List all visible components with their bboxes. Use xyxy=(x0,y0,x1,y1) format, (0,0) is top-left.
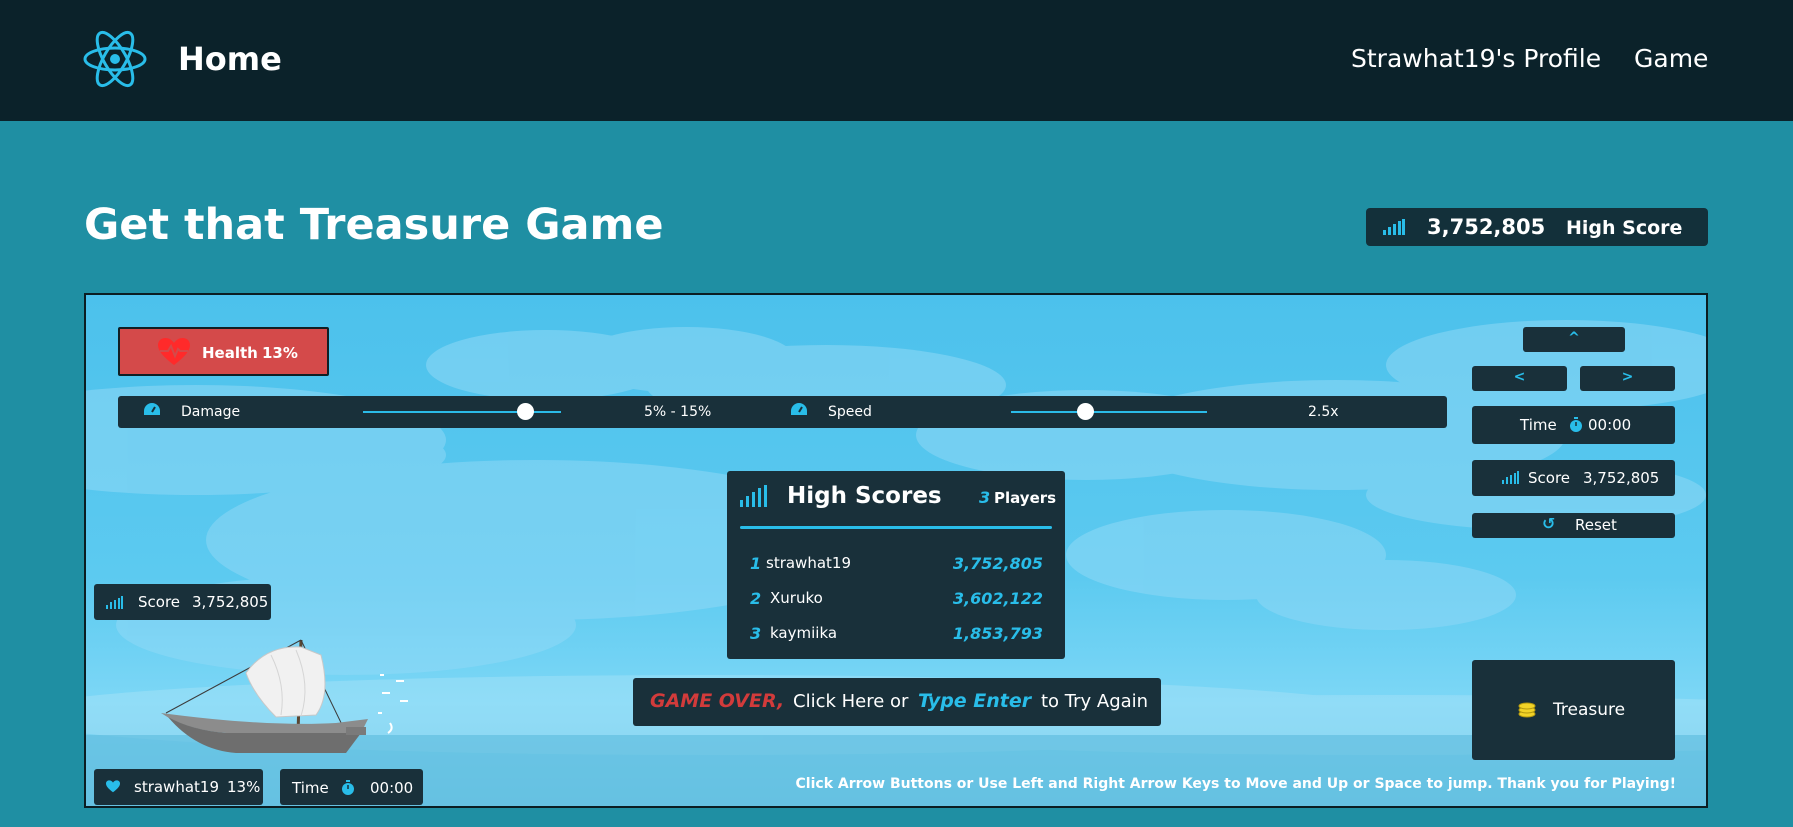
player-score: 1,853,793 xyxy=(952,624,1043,643)
gauge-icon xyxy=(791,403,807,415)
settings-bar: Damage 5% - 15% Speed 2.5x xyxy=(118,396,1447,428)
player-name: strawhat19 xyxy=(134,778,219,796)
jump-button[interactable]: ^ xyxy=(1523,327,1625,352)
speed-slider-thumb[interactable] xyxy=(1077,403,1095,420)
score-value: 3,752,805 xyxy=(192,593,269,611)
page-title: Get that Treasure Game xyxy=(84,200,664,250)
click-here-text: Click Here or xyxy=(793,691,909,712)
damage-label: Damage xyxy=(181,404,241,420)
top-nav: Home Strawhat19's Profile Game xyxy=(0,0,1793,121)
game-canvas[interactable]: Health 13% Damage 5% - 15% Speed 2.5x ^ … xyxy=(84,293,1708,808)
score-display: Score 3,752,805 xyxy=(1472,460,1675,496)
try-again-text: to Try Again xyxy=(1041,691,1149,712)
player-health-percent: 13% xyxy=(227,778,261,796)
heart-icon xyxy=(106,780,120,793)
rank: 2 xyxy=(750,589,762,608)
speed-value: 2.5x xyxy=(1308,404,1339,420)
health-percent: 13% xyxy=(262,344,298,362)
instructions-text: Click Arrow Buttons or Use Left and Righ… xyxy=(795,776,1676,792)
right-arrow: > xyxy=(1621,369,1634,385)
damage-value: 5% - 15% xyxy=(644,404,712,420)
treasure-label: Treasure xyxy=(1553,700,1626,720)
player-name: strawhat19 xyxy=(766,554,851,572)
nav-game-link[interactable]: Game xyxy=(1634,44,1708,73)
treasure-target: Treasure xyxy=(1472,660,1675,760)
speed-slider-track[interactable] xyxy=(1011,411,1207,413)
player-score-badge: Score 3,752,805 xyxy=(94,584,271,620)
stopwatch-icon xyxy=(342,780,354,795)
gauge-icon xyxy=(144,403,160,415)
health-label: Health xyxy=(202,344,258,362)
score-row: 2 Xuruko 3,602,122 xyxy=(727,587,1065,611)
score-label: Score xyxy=(1528,469,1571,487)
time-value: 00:00 xyxy=(370,779,414,797)
player-name: kaymiika xyxy=(770,624,838,642)
health-badge: Health 13% xyxy=(118,327,329,376)
divider xyxy=(740,526,1052,529)
splash-lines xyxy=(378,674,408,734)
heartbeat-icon xyxy=(158,338,190,365)
high-score-label: High Score xyxy=(1566,217,1683,239)
score-row: 3 kaymiika 1,853,793 xyxy=(727,622,1065,646)
speed-label: Speed xyxy=(828,404,872,420)
coins-icon xyxy=(1518,702,1536,718)
time-value: 00:00 xyxy=(1588,416,1632,434)
game-over-button[interactable]: GAME OVER, Click Here or Type Enter to T… xyxy=(633,678,1161,726)
players-count: 3 xyxy=(979,488,991,507)
time-badge: Time 00:00 xyxy=(280,769,423,805)
high-score-badge: 3,752,805 High Score xyxy=(1366,208,1708,246)
rank: 1 xyxy=(750,554,762,573)
time-display: Time 00:00 xyxy=(1472,406,1675,444)
player-score: 3,602,122 xyxy=(952,589,1043,608)
reset-label: Reset xyxy=(1575,516,1617,534)
nav-profile-link[interactable]: Strawhat19's Profile xyxy=(1351,44,1601,73)
score-label: Score xyxy=(138,593,181,611)
signal-bars-icon xyxy=(740,485,767,507)
up-arrow: ^ xyxy=(1568,330,1580,346)
player-score: 3,752,805 xyxy=(952,554,1043,573)
reset-button[interactable]: ↺ Reset xyxy=(1472,513,1675,538)
players-label: Players xyxy=(994,489,1057,507)
left-arrow: < xyxy=(1513,369,1526,385)
signal-bars-icon xyxy=(1502,471,1519,484)
player-ship xyxy=(161,639,368,753)
player-health-badge: strawhat19 13% xyxy=(94,769,263,805)
time-label: Time xyxy=(292,779,329,797)
nav-home-link[interactable]: Home xyxy=(178,40,282,78)
stopwatch-icon xyxy=(1570,417,1582,432)
move-left-button[interactable]: < xyxy=(1472,366,1567,391)
reset-icon: ↺ xyxy=(1542,514,1556,533)
signal-bars-icon xyxy=(106,596,123,609)
time-label: Time xyxy=(1520,416,1557,434)
move-right-button[interactable]: > xyxy=(1580,366,1675,391)
react-atom-icon[interactable] xyxy=(82,26,148,92)
game-over-text: GAME OVER, xyxy=(650,690,785,712)
signal-bars-icon xyxy=(1383,219,1405,235)
player-name: Xuruko xyxy=(770,589,823,607)
score-row: 1 strawhat19 3,752,805 xyxy=(727,552,1065,576)
rank: 3 xyxy=(750,624,762,643)
score-value: 3,752,805 xyxy=(1583,469,1660,487)
high-scores-title: High Scores xyxy=(787,483,942,509)
type-enter-text: Type Enter xyxy=(918,690,1032,712)
high-scores-panel: High Scores 3 Players 1 strawhat19 3,752… xyxy=(727,471,1065,659)
high-score-value: 3,752,805 xyxy=(1427,215,1546,239)
damage-slider-thumb[interactable] xyxy=(517,403,535,420)
